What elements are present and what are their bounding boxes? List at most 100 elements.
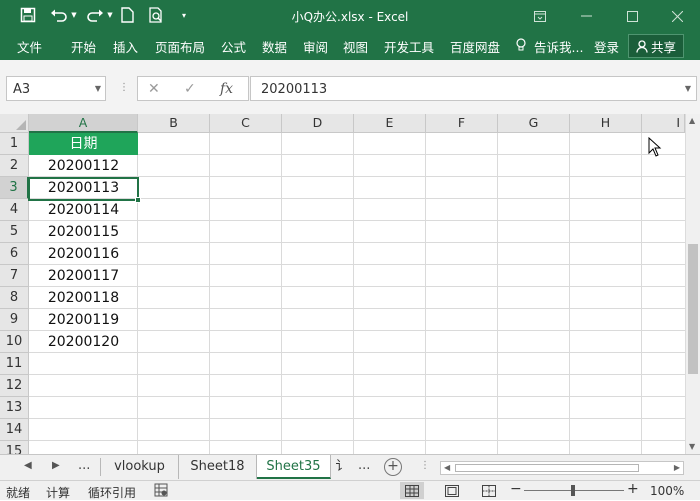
row-header[interactable]: 13 bbox=[0, 397, 29, 419]
row-header[interactable]: 14 bbox=[0, 419, 29, 441]
zoom-level[interactable]: 100% bbox=[650, 484, 684, 498]
splitter-handle-icon[interactable]: ⋮ bbox=[420, 460, 430, 471]
header-cell-date[interactable]: 日期 bbox=[29, 133, 138, 155]
column-header[interactable]: G bbox=[498, 114, 570, 133]
row-header[interactable]: 8 bbox=[0, 287, 29, 309]
horizontal-scrollbar[interactable]: ◀ ▶ bbox=[440, 461, 684, 475]
tab-baidu-netdisk[interactable]: 百度网盘 bbox=[450, 37, 500, 56]
tab-developer[interactable]: 开发工具 bbox=[384, 37, 434, 56]
tab-data[interactable]: 数据 bbox=[262, 37, 287, 56]
gridline bbox=[209, 133, 210, 454]
share-button[interactable]: 共享 bbox=[628, 34, 684, 58]
tab-view[interactable]: 视图 bbox=[343, 37, 368, 56]
vertical-scrollbar[interactable]: ▲ ▼ bbox=[685, 114, 700, 454]
scroll-up-icon[interactable]: ▲ bbox=[689, 116, 695, 125]
date-cell[interactable]: 20200118 bbox=[29, 287, 138, 309]
row-header[interactable]: 15 bbox=[0, 441, 29, 454]
tab-review[interactable]: 审阅 bbox=[303, 37, 328, 56]
zoom-in-icon[interactable]: + bbox=[627, 481, 639, 497]
row-header[interactable]: 11 bbox=[0, 353, 29, 375]
tell-me-search[interactable]: 告诉我... bbox=[534, 37, 583, 56]
column-header[interactable]: H bbox=[570, 114, 642, 133]
tab-insert[interactable]: 插入 bbox=[113, 37, 138, 56]
date-cell[interactable]: 20200116 bbox=[29, 243, 138, 265]
column-header[interactable]: B bbox=[138, 114, 210, 133]
tab-home[interactable]: 开始 bbox=[71, 37, 96, 56]
name-box-value: A3 bbox=[13, 82, 31, 97]
date-cell[interactable]: 20200115 bbox=[29, 221, 138, 243]
scroll-left-icon[interactable]: ◀ bbox=[444, 463, 450, 472]
worksheet-grid[interactable]: A B C D E F G H I 1 2 3 4 5 6 7 8 9 10 1… bbox=[0, 114, 700, 454]
tab-file[interactable]: 文件 bbox=[17, 37, 42, 56]
tab-formulas[interactable]: 公式 bbox=[221, 37, 246, 56]
row-header[interactable]: 5 bbox=[0, 221, 29, 243]
formula-input[interactable]: 20200113 ▼ bbox=[250, 76, 697, 101]
column-header[interactable]: F bbox=[426, 114, 498, 133]
normal-view-icon[interactable] bbox=[400, 482, 424, 499]
close-icon[interactable] bbox=[654, 0, 700, 32]
row-header[interactable]: 9 bbox=[0, 309, 29, 331]
sheet-tab-vlookup[interactable]: vlookup bbox=[101, 455, 179, 479]
row-header[interactable]: 2 bbox=[0, 155, 29, 177]
scroll-thumb[interactable] bbox=[688, 244, 698, 374]
column-header[interactable]: D bbox=[282, 114, 354, 133]
more-sheets-button[interactable]: ... bbox=[78, 458, 90, 473]
formula-buttons: ✕ ✓ fx bbox=[137, 76, 249, 101]
status-circular-references[interactable]: 循环引用 bbox=[88, 484, 136, 501]
scroll-tabs-left-icon[interactable]: ◀ bbox=[24, 460, 32, 471]
chevron-down-icon[interactable]: ▼ bbox=[95, 84, 101, 93]
row-header[interactable]: 6 bbox=[0, 243, 29, 265]
scroll-down-icon[interactable]: ▼ bbox=[689, 442, 695, 451]
page-break-view-icon[interactable] bbox=[477, 482, 501, 499]
date-cell[interactable]: 20200119 bbox=[29, 309, 138, 331]
select-all-corner[interactable] bbox=[0, 114, 29, 133]
date-cell[interactable]: 20200112 bbox=[29, 155, 138, 177]
date-cell[interactable]: 20200120 bbox=[29, 331, 138, 353]
lightbulb-icon[interactable] bbox=[516, 38, 526, 55]
tab-page-layout[interactable]: 页面布局 bbox=[155, 37, 205, 56]
sheet-tab-sheet18[interactable]: Sheet18 bbox=[179, 455, 257, 479]
date-cell[interactable]: 20200117 bbox=[29, 265, 138, 287]
minimize-icon[interactable] bbox=[563, 0, 609, 32]
row-header[interactable]: 10 bbox=[0, 331, 29, 353]
title-bar: ▼ ▼ ▾ 小Q办公.xlsx - Excel bbox=[0, 0, 700, 32]
zoom-out-icon[interactable]: − bbox=[510, 481, 522, 497]
expand-formula-icon[interactable]: ▼ bbox=[685, 84, 691, 93]
login-link[interactable]: 登录 bbox=[594, 37, 619, 56]
row-header[interactable]: 4 bbox=[0, 199, 29, 221]
macro-record-icon[interactable] bbox=[154, 483, 168, 500]
row-header[interactable]: 7 bbox=[0, 265, 29, 287]
status-bar: 就绪 计算 循环引用 − + 100% bbox=[0, 480, 700, 500]
row-header[interactable]: 1 bbox=[0, 133, 29, 155]
scroll-thumb[interactable] bbox=[455, 464, 639, 472]
more-sheets-right-button[interactable]: ... bbox=[358, 458, 370, 473]
ribbon-display-icon[interactable] bbox=[517, 0, 563, 32]
insert-function-icon[interactable]: fx bbox=[220, 81, 233, 97]
gridline bbox=[29, 418, 685, 419]
maximize-icon[interactable] bbox=[609, 0, 655, 32]
sheet-tab-sheet35[interactable]: Sheet35 bbox=[257, 455, 331, 479]
name-box[interactable]: A3 ▼ bbox=[6, 76, 106, 101]
drag-handle-icon[interactable]: ⋮ bbox=[119, 82, 129, 93]
column-header[interactable]: I bbox=[642, 114, 685, 133]
cancel-icon[interactable]: ✕ bbox=[148, 81, 160, 97]
gridline bbox=[425, 133, 426, 454]
zoom-slider-knob[interactable] bbox=[571, 485, 575, 496]
ribbon-tab-bar: 文件 开始 插入 页面布局 公式 数据 审阅 视图 开发工具 百度网盘 告诉我.… bbox=[0, 32, 700, 60]
scroll-tabs-right-icon[interactable]: ▶ bbox=[52, 460, 60, 471]
add-sheet-icon[interactable]: + bbox=[384, 458, 402, 476]
status-calculate[interactable]: 计算 bbox=[46, 484, 70, 501]
fill-handle[interactable] bbox=[135, 197, 141, 203]
page-layout-view-icon[interactable] bbox=[440, 482, 464, 499]
column-header[interactable]: C bbox=[210, 114, 282, 133]
row-header[interactable]: 12 bbox=[0, 375, 29, 397]
enter-check-icon[interactable]: ✓ bbox=[184, 81, 196, 97]
column-header[interactable]: E bbox=[354, 114, 426, 133]
date-cell[interactable]: 20200114 bbox=[29, 199, 138, 221]
mouse-pointer-icon bbox=[648, 136, 662, 160]
scroll-right-icon[interactable]: ▶ bbox=[674, 463, 680, 472]
person-icon bbox=[636, 39, 648, 53]
sheet-tab-partial[interactable]: 讠 bbox=[331, 455, 353, 479]
column-header[interactable]: A bbox=[29, 114, 138, 133]
row-header[interactable]: 3 bbox=[0, 177, 29, 199]
